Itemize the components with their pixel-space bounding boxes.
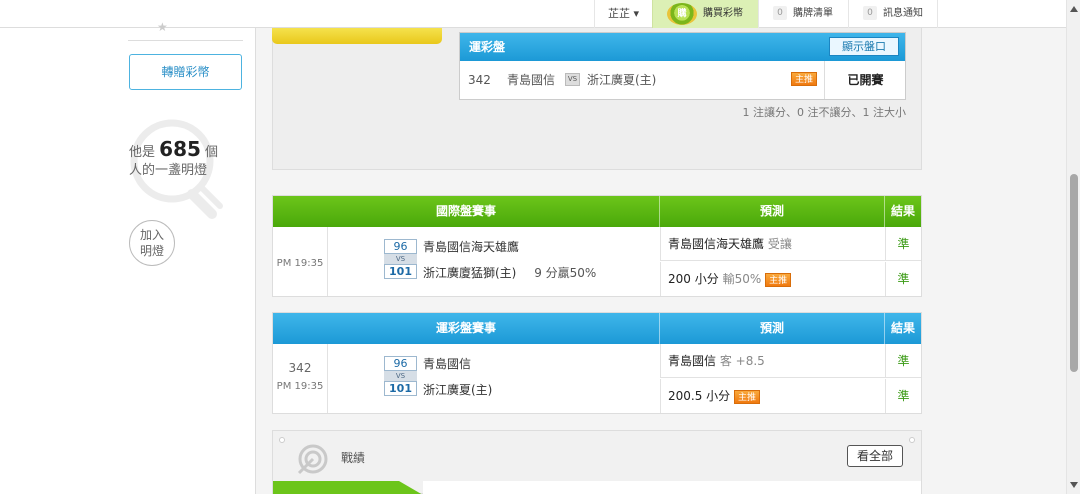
home-team[interactable]: 浙江廣夏(主) [423,382,492,398]
away-score: 96 [384,239,417,254]
main-pick-badge: 主推 [765,272,792,287]
view-all-button[interactable]: 看全部 [847,445,903,467]
messages-label: 訊息通知 [883,8,923,19]
corner-dot [279,437,285,443]
vs-label: VS [384,371,417,381]
table-row: PM 19:35 96 VS 101 青島國信海天雄鷹 浙江廣廈猛獅(主) 9 … [273,227,921,296]
score-box: 96 VS 101 [384,239,418,279]
coin-icon: 購 [667,3,697,25]
lottery-games-table: 運彩盤賽事 預測 結果 342 PM 19:35 96 VS 101 青島國信 … [272,312,922,414]
table-header: 國際盤賽事 預測 結果 [273,196,921,227]
lamp-prefix: 他是 [129,145,156,160]
result-1: 準 [885,344,921,378]
star-icon: ★ [157,20,168,34]
lottery-game-row: 342 青島國信 VS 浙江廣夏(主) 主推 已開賽 [460,61,905,99]
prediction-1: 青島國信海天雄鷹 受讓 [660,227,885,261]
prediction-main: 青島國信 [668,354,717,368]
result-2: 準 [885,262,921,296]
intl-games-table: 國際盤賽事 預測 結果 PM 19:35 96 VS 101 青島國信海天雄鷹 … [272,195,922,297]
record-panel: 戰績 看全部 [272,430,922,494]
scroll-down-icon[interactable] [1070,482,1078,488]
scrollbar-thumb[interactable] [1070,174,1078,372]
prediction-1: 青島國信 客 +8.5 [660,344,885,378]
away-score: 96 [384,356,417,371]
lamp-count: 685 [159,137,201,161]
prediction-sub: 客 +8.5 [719,354,765,368]
chevron-down-icon: ▾ [633,7,640,20]
cart-count-badge: 0 [773,6,787,20]
lottery-box-header: 運彩盤 顯示盤口 [460,33,905,61]
game-number: 342 [288,361,312,375]
table-header: 運彩盤賽事 預測 結果 [273,313,921,344]
lamp-count-text: 他是 685 個 人的一盞明燈 [129,137,219,180]
game-time: PM 19:35 [276,258,324,269]
gift-coins-button[interactable]: 轉贈彩幣 [129,54,242,90]
prediction-sub: 受讓 [767,237,792,251]
scroll-up-icon[interactable] [1070,6,1078,12]
game-time: PM 19:35 [276,381,324,392]
result-2: 準 [885,379,921,413]
column-header-prediction: 預測 [660,196,885,227]
user-menu[interactable]: 芷芷 ▾ [594,0,652,28]
join-lamp-button[interactable]: 加入 明燈 [129,220,175,266]
join-line-1: 加入 [139,228,164,242]
cart-link[interactable]: 0 購牌清單 [758,0,848,28]
user-name: 芷芷 [607,7,630,20]
record-tab-active[interactable] [273,481,423,494]
home-score: 101 [384,381,417,396]
column-header-result: 結果 [890,321,915,335]
prediction-main: 200.5 小分 [668,389,731,403]
table-row: 342 PM 19:35 96 VS 101 青島國信 浙江廣夏(主) 青島國信… [273,344,921,413]
vs-icon: VS [565,73,580,86]
home-score: 101 [384,264,417,279]
prediction-main: 青島國信海天雄鷹 [668,237,765,251]
vs-label: VS [384,254,417,264]
prediction-2: 200 小分 輸50% 主推 [660,262,885,296]
buy-coins-label: 購買彩幣 [703,8,743,19]
column-header-prediction: 預測 [660,313,885,344]
game-time-cell: PM 19:35 [273,227,328,296]
divider [128,40,243,41]
home-team-line: 浙江廣廈猛獅(主) 9 分贏50% [423,265,596,281]
target-icon [297,444,328,475]
game-time-cell: 342 PM 19:35 [273,344,328,413]
score-box: 96 VS 101 [384,356,418,396]
prediction-sub: 輸50% [722,272,762,286]
away-team[interactable]: 青島國信 [507,61,555,99]
home-team[interactable]: 浙江廣廈猛獅(主) [423,266,516,280]
show-odds-button[interactable]: 顯示盤口 [829,37,899,56]
record-tab-strip [423,481,921,494]
cart-label: 購牌清單 [793,8,833,19]
sidebar: ★ 轉贈彩幣 他是 685 個 人的一盞明燈 加入 明燈 [0,20,256,494]
lottery-box-title: 運彩盤 [469,40,506,54]
column-header-game: 國際盤賽事 [273,196,660,227]
vertical-scrollbar[interactable] [1066,0,1080,494]
lamp-suffix: 人的一盞明燈 [129,163,208,178]
pick-summary: 1 注讓分、0 注不讓分、1 注大小 [742,106,907,119]
messages-link[interactable]: 0 訊息通知 [848,0,938,28]
prediction-2: 200.5 小分 主推 [660,379,885,413]
lamp-unit: 個 [205,145,219,160]
record-title: 戰績 [341,451,366,465]
buy-coins-button[interactable]: 購 購買彩幣 [652,0,758,28]
yellow-tab [272,28,442,44]
spread-result: 9 分贏50% [534,266,597,280]
main-pick-badge: 主推 [734,389,761,404]
corner-dot [909,437,915,443]
home-team[interactable]: 浙江廣夏(主) [587,61,656,99]
away-team[interactable]: 青島國信海天雄鷹 [423,239,519,255]
lottery-box: 運彩盤 顯示盤口 342 青島國信 VS 浙江廣夏(主) 主推 已開賽 [459,32,906,100]
column-header-game: 運彩盤賽事 [273,313,660,344]
join-line-2: 明燈 [139,244,164,258]
game-status: 已開賽 [824,61,906,99]
away-team[interactable]: 青島國信 [423,356,471,372]
column-header-result: 結果 [890,204,915,218]
prediction-main: 200 小分 [668,272,719,286]
result-1: 準 [885,227,921,261]
main-pick-badge: 主推 [791,72,818,86]
game-number: 342 [468,73,491,87]
message-count-badge: 0 [863,6,877,20]
